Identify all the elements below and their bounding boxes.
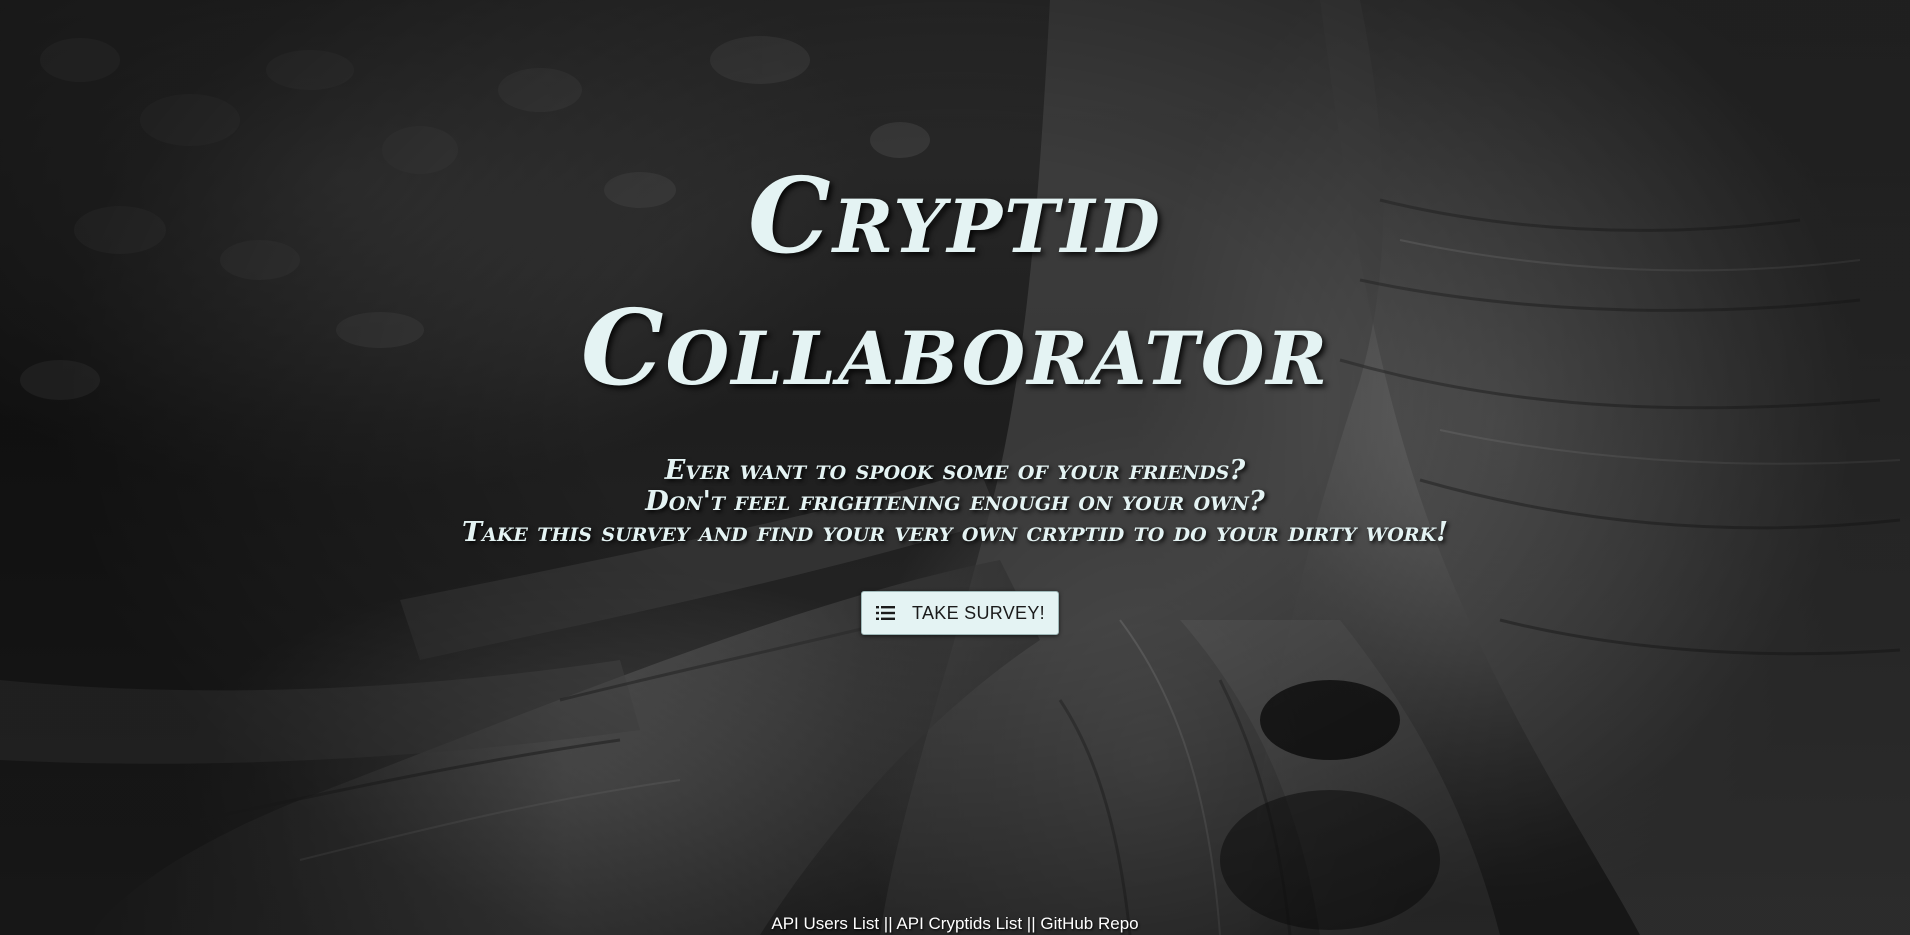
- page-title: Cryptid Collaborator: [0, 150, 1910, 414]
- title-line-2: Collaborator: [580, 286, 1330, 409]
- footer-link-api-users[interactable]: API Users List: [771, 914, 879, 933]
- tagline-line-1: Ever want to spook some of your friends?: [664, 455, 1246, 486]
- footer-separator: ||: [1022, 914, 1041, 933]
- tagline-line-2: Don't feel frightening enough on your ow…: [645, 486, 1265, 517]
- footer-separator: ||: [879, 914, 897, 933]
- title-line-1: Cryptid: [748, 154, 1162, 277]
- hero-background: Cryptid Collaborator Ever want to spook …: [0, 0, 1910, 935]
- footer-link-api-cryptids[interactable]: API Cryptids List: [896, 914, 1022, 933]
- tagline-line-3: Take this survey and find your very own …: [462, 517, 1448, 548]
- footer-links: API Users List || API Cryptids List || G…: [0, 913, 1910, 935]
- hero-tagline: Ever want to spook some of your friends?…: [0, 455, 1910, 548]
- take-survey-label: TAKE SURVEY!: [912, 602, 1045, 623]
- footer-link-github-repo[interactable]: GitHub Repo: [1040, 914, 1138, 933]
- take-survey-button[interactable]: TAKE SURVEY!: [861, 591, 1059, 635]
- list-icon: [876, 605, 896, 621]
